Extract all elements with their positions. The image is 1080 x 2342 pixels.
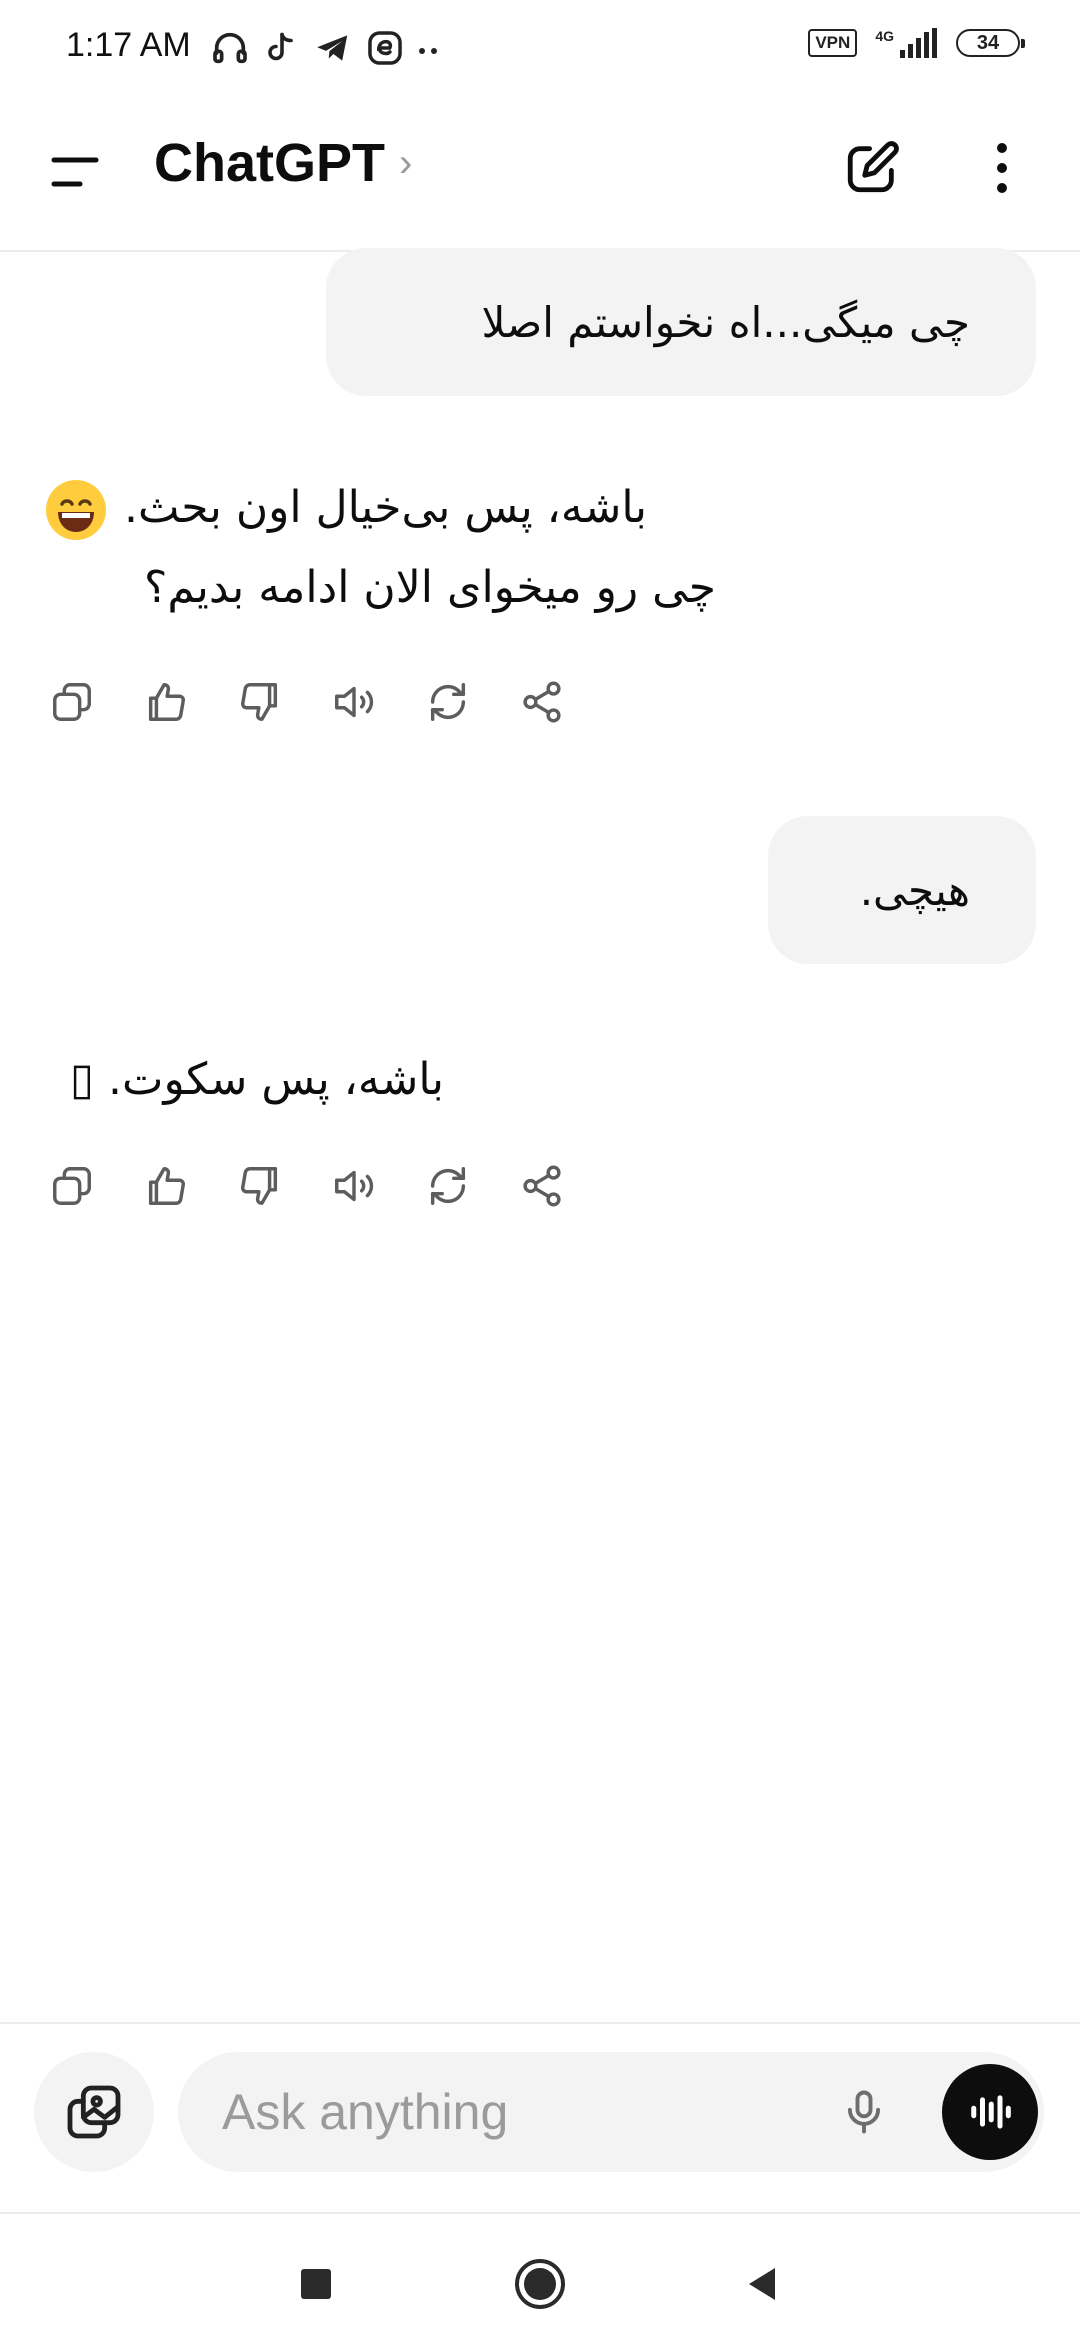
message-input[interactable] [222,2080,782,2144]
user-message-text: چی میگی...اه نخواستم اصلا [481,297,971,347]
battery-level: 34 [976,31,1000,54]
tiktok-icon [264,30,300,70]
home-button[interactable] [510,2254,570,2314]
battery-indicator: 34 [956,29,1025,57]
more-vertical-icon [997,143,1007,193]
assistant-line-1: باشه، پس سکوت. ▯ [69,1054,444,1105]
recents-icon [301,2269,331,2299]
headphones-icon [210,28,250,72]
assistant-line-1: باشه، پس بی‌خیال اون بحث. [124,482,647,533]
status-icons-right: VPN 4G 34 [808,28,1025,58]
recents-button[interactable] [286,2254,346,2314]
share-button[interactable] [510,1154,574,1218]
copy-icon [53,1167,91,1205]
app-header: ChatGPT › [0,96,1080,252]
assistant-line: باشه، پس بی‌خیال اون بحث. [44,468,716,548]
app-title: ChatGPT [154,133,386,193]
attach-image-icon [67,2085,121,2139]
vpn-badge: VPN [808,29,858,57]
regenerate-icon [430,1167,466,1205]
app-icon [366,29,404,71]
network-type: 4G [875,28,894,44]
signal-icon: 4G [875,28,938,58]
copy-icon [53,683,91,721]
back-button[interactable] [732,2254,792,2314]
dictate-button[interactable] [830,2078,898,2146]
thumbs-down-button[interactable] [228,1154,292,1218]
attach-image-button[interactable] [34,2052,154,2172]
share-icon [523,1165,561,1207]
thumbs-down-button[interactable] [228,670,292,734]
message-actions [40,1154,574,1218]
voice-mode-button[interactable] [942,2064,1038,2160]
laughing-emoji [44,468,108,548]
thumbs-up-button[interactable] [134,670,198,734]
menu-button[interactable] [44,140,108,204]
more-dots-icon [418,41,440,60]
share-icon [523,681,561,723]
regenerate-button[interactable] [416,1154,480,1218]
microphone-icon [847,2090,881,2134]
thumbs-up-button[interactable] [134,1154,198,1218]
copy-button[interactable] [40,1154,104,1218]
model-selector[interactable]: ChatGPT › [154,132,412,194]
user-message-text: هیچی. [859,865,970,915]
user-message: هیچی. [768,816,1036,964]
more-options-button[interactable] [966,132,1038,204]
read-aloud-button[interactable] [322,670,386,734]
read-aloud-icon [335,686,374,718]
edit-icon [847,141,899,193]
thumbs-up-icon [148,683,185,721]
message-actions [40,670,574,734]
user-message: چی میگی...اه نخواستم اصلا [326,248,1036,396]
home-icon [515,2259,565,2309]
thumbs-down-icon [241,1167,278,1205]
system-nav-bar [0,2212,1080,2342]
status-time: 1:17 AM [66,26,191,64]
share-button[interactable] [510,670,574,734]
assistant-message: باشه، پس سکوت. ▯ [44,1040,444,1120]
new-chat-button[interactable] [836,132,908,204]
back-icon [749,2268,775,2300]
message-input-container [178,2052,1044,2172]
assistant-message: باشه، پس بی‌خیال اون بحث. چی رو میخوای ا… [44,468,716,628]
telegram-icon [314,29,352,71]
chat-thread: چی میگی...اه نخواستم اصلا باشه، پس بی‌خی… [0,248,1080,2020]
read-aloud-icon [335,1170,374,1202]
thumbs-down-icon [241,683,278,721]
voice-mode-icon [971,2095,1011,2129]
menu-icon [51,157,99,187]
assistant-line-2: چی رو میخوای الان ادامه بدیم؟ [144,562,716,613]
regenerate-icon [430,683,466,721]
status-bar: 1:17 AM VPN 4G 34 [0,0,1080,96]
chevron-right-icon: › [399,140,413,185]
composer [0,2022,1080,2214]
copy-button[interactable] [40,670,104,734]
thumbs-up-icon [148,1167,185,1205]
status-icons-left [210,28,440,72]
read-aloud-button[interactable] [322,1154,386,1218]
regenerate-button[interactable] [416,670,480,734]
